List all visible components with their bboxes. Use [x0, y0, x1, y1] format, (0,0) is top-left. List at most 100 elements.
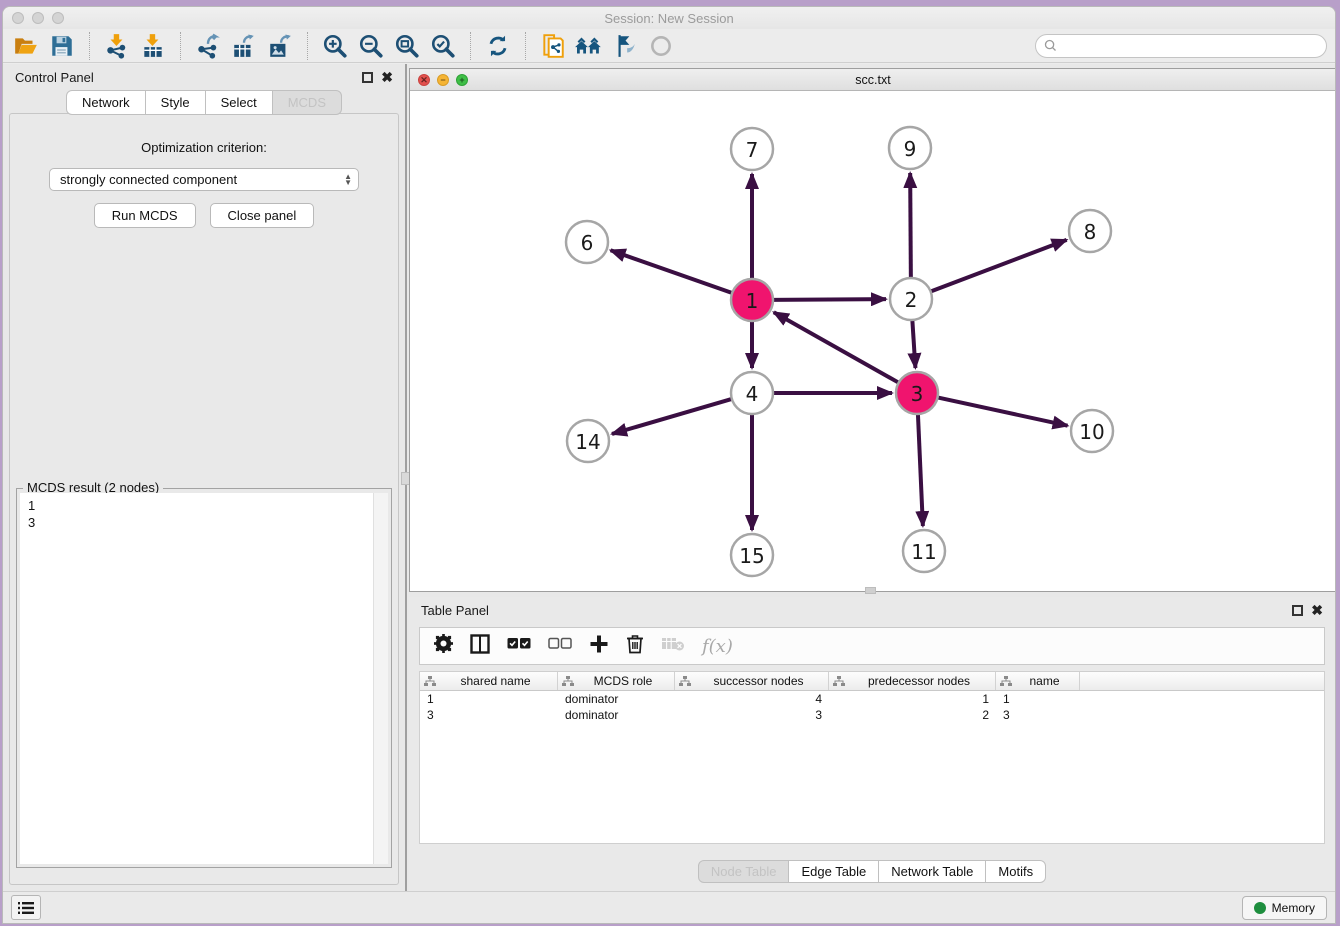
column-header-shared-name[interactable]: shared name	[420, 672, 558, 690]
minimize-view-icon[interactable]: −	[437, 74, 449, 86]
toolbar-separator	[89, 32, 90, 60]
column-type-icon	[424, 676, 436, 687]
zoom-window-icon[interactable]	[52, 12, 64, 24]
column-header-name[interactable]: name	[996, 672, 1080, 690]
graph-node-label-2: 2	[905, 288, 918, 312]
table-row[interactable]: 1dominator411	[420, 691, 1324, 707]
delete-column-icon[interactable]	[626, 634, 644, 659]
network-overview-icon[interactable]	[574, 32, 604, 60]
add-column-icon[interactable]	[589, 634, 609, 659]
tab-edge-table[interactable]: Edge Table	[788, 860, 879, 883]
unselect-all-columns-icon[interactable]	[548, 637, 572, 655]
node-table[interactable]: shared nameMCDS rolesuccessor nodesprede…	[419, 671, 1325, 844]
search-input[interactable]	[1061, 39, 1318, 53]
zoom-in-icon[interactable]	[320, 32, 350, 60]
table-cell[interactable]: 4	[675, 691, 829, 707]
close-panel-icon[interactable]: ✖	[381, 72, 393, 83]
table-cell[interactable]: 3	[996, 707, 1080, 723]
export-image-icon[interactable]	[265, 32, 295, 60]
zoom-selected-icon[interactable]	[428, 32, 458, 60]
close-panel-button[interactable]: Close panel	[210, 203, 315, 228]
save-session-icon[interactable]	[47, 32, 77, 60]
close-view-icon[interactable]: ✕	[418, 74, 430, 86]
export-network-icon[interactable]	[193, 32, 223, 60]
tab-network-table[interactable]: Network Table	[878, 860, 986, 883]
float-panel-icon[interactable]	[362, 72, 373, 83]
close-window-icon[interactable]	[12, 12, 24, 24]
tab-network[interactable]: Network	[66, 90, 146, 115]
tab-style[interactable]: Style	[145, 90, 206, 115]
select-all-columns-icon[interactable]	[507, 637, 531, 655]
chevron-up-down-icon: ▲▼	[344, 174, 352, 186]
titlebar: Session: New Session	[3, 7, 1335, 29]
maximize-view-icon[interactable]: +	[456, 74, 468, 86]
panel-divider[interactable]	[405, 64, 407, 891]
graph-edge-1-2[interactable]	[773, 299, 886, 300]
graph-edge-2-9[interactable]	[910, 173, 911, 278]
result-scrollbar[interactable]	[374, 493, 388, 864]
criterion-dropdown[interactable]: strongly connected component ▲▼	[49, 168, 359, 191]
network-canvas[interactable]: 7968124314101511	[410, 91, 1336, 591]
window-controls[interactable]	[12, 12, 64, 24]
close-table-panel-icon[interactable]: ✖	[1311, 605, 1323, 616]
table-cell[interactable]: 3	[675, 707, 829, 723]
float-table-panel-icon[interactable]	[1292, 605, 1303, 616]
table-cell[interactable]: 3	[420, 707, 558, 723]
import-table-icon[interactable]	[138, 32, 168, 60]
graph-node-label-8: 8	[1084, 220, 1097, 244]
delete-table-icon	[661, 636, 685, 657]
graph-node-label-3: 3	[911, 382, 924, 406]
table-cell[interactable]: dominator	[558, 707, 675, 723]
task-history-button[interactable]	[11, 895, 41, 920]
graph-edge-3-10[interactable]	[938, 397, 1068, 425]
minimize-window-icon[interactable]	[32, 12, 44, 24]
open-session-icon[interactable]	[11, 32, 41, 60]
table-cell[interactable]: dominator	[558, 691, 675, 707]
network-window-titlebar[interactable]: ✕ − + scc.txt	[410, 69, 1336, 91]
clone-network-icon[interactable]	[538, 32, 568, 60]
gear-icon[interactable]	[434, 634, 453, 658]
table-cell[interactable]: 1	[996, 691, 1080, 707]
apply-layout-icon[interactable]	[483, 32, 513, 60]
graph-edge-2-8[interactable]	[931, 240, 1067, 292]
tab-motifs[interactable]: Motifs	[985, 860, 1046, 883]
tab-mcds[interactable]: MCDS	[272, 90, 342, 115]
tab-node-table[interactable]: Node Table	[698, 860, 790, 883]
table-row[interactable]: 3dominator323	[420, 707, 1324, 723]
search-field[interactable]	[1035, 34, 1327, 58]
column-header-predecessor-nodes[interactable]: predecessor nodes	[829, 672, 996, 690]
network-resize-grip[interactable]	[865, 587, 876, 594]
run-mcds-button[interactable]: Run MCDS	[94, 203, 196, 228]
table-panel-tabs: Node TableEdge TableNetwork TableMotifs	[409, 860, 1335, 883]
main-area: Control Panel ✖ NetworkStyleSelectMCDS O…	[3, 64, 1335, 891]
network-graph[interactable]: 7968124314101511	[410, 91, 1336, 592]
toolbar-separator	[307, 32, 308, 60]
table-cell[interactable]: 1	[420, 691, 558, 707]
zoom-out-icon[interactable]	[356, 32, 386, 60]
graph-edge-3-11[interactable]	[918, 414, 923, 526]
column-header-MCDS-role[interactable]: MCDS role	[558, 672, 675, 690]
graphics-details-icon[interactable]	[610, 32, 640, 60]
export-table-icon[interactable]	[229, 32, 259, 60]
graph-edge-4-14[interactable]	[612, 399, 732, 434]
control-panel-title: Control Panel	[15, 70, 94, 85]
zoom-fit-icon[interactable]	[392, 32, 422, 60]
table-cell[interactable]: 1	[829, 691, 996, 707]
memory-button[interactable]: Memory	[1242, 896, 1327, 920]
graph-edge-2-3[interactable]	[912, 320, 915, 368]
graph-node-label-6: 6	[581, 231, 594, 255]
search-icon	[1044, 39, 1057, 52]
graph-edge-3-1[interactable]	[774, 312, 899, 382]
toolbar-separator	[180, 32, 181, 60]
birds-eye-view-icon[interactable]	[646, 32, 676, 60]
network-view-window: ✕ − + scc.txt 7968124314101511	[409, 68, 1336, 592]
column-header-successor-nodes[interactable]: successor nodes	[675, 672, 829, 690]
mcds-result-text[interactable]: 1 3	[20, 493, 374, 864]
column-layout-icon[interactable]	[470, 634, 490, 659]
tab-select[interactable]: Select	[205, 90, 273, 115]
import-network-icon[interactable]	[102, 32, 132, 60]
toolbar-separator	[470, 32, 471, 60]
graph-node-label-14: 14	[575, 430, 600, 454]
table-cell[interactable]: 2	[829, 707, 996, 723]
graph-edge-1-6[interactable]	[611, 250, 733, 293]
